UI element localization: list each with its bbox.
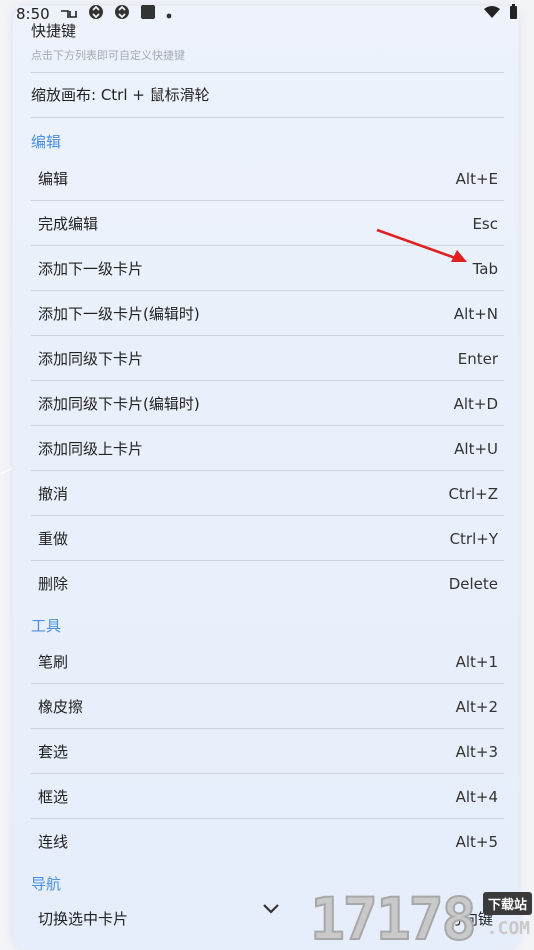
group-label-tools: 工具 bbox=[31, 617, 62, 635]
shortcut-key: Alt+N bbox=[453, 304, 498, 323]
status-right bbox=[483, 4, 518, 24]
shortcut-label: 撤消 bbox=[38, 485, 69, 503]
status-time: 8:50 bbox=[16, 5, 50, 23]
shortcut-item-delete[interactable]: 删除 Delete bbox=[31, 561, 504, 606]
shortcut-key: Alt+2 bbox=[455, 697, 498, 716]
panel-subtitle: 点击下方列表即可自定义快捷键 bbox=[31, 49, 185, 62]
shortcut-label: 删除 bbox=[38, 575, 69, 593]
watermark-logo: 17178 下载站 .COM bbox=[309, 885, 534, 950]
backdrop-line bbox=[0, 467, 13, 475]
shortcut-panel: 快捷键 点击下方列表即可自定义快捷键 缩放画布: Ctrl + 鼠标滑轮 编辑 … bbox=[13, 6, 518, 950]
wifi-icon bbox=[483, 5, 501, 23]
shortcut-item-box-select[interactable]: 框选 Alt+4 bbox=[31, 774, 504, 819]
shortcut-label: 重做 bbox=[38, 530, 69, 548]
shortcut-key: Alt+D bbox=[453, 394, 498, 413]
battery-icon bbox=[509, 4, 518, 24]
status-bar: 8:50 bbox=[0, 0, 534, 28]
shortcut-label: 切换选中卡片 bbox=[38, 910, 129, 928]
shortcut-key: Delete bbox=[448, 574, 498, 593]
shortcut-item-edit[interactable]: 编辑 Alt+E bbox=[31, 156, 504, 201]
shortcut-label: 套选 bbox=[38, 743, 69, 761]
chevron-down-icon[interactable] bbox=[259, 896, 283, 920]
shortcut-key: Alt+5 bbox=[455, 832, 498, 851]
annotation-arrow bbox=[376, 228, 467, 262]
divider bbox=[31, 117, 504, 118]
status-left: 8:50 bbox=[16, 4, 172, 24]
shortcut-label: 框选 bbox=[38, 788, 69, 806]
shortcut-key: Ctrl+Y bbox=[449, 529, 498, 548]
shortcut-item-eraser[interactable]: 橡皮擦 Alt+2 bbox=[31, 684, 504, 729]
shortcut-key: Alt+U bbox=[454, 439, 498, 458]
shortcut-key: Alt+4 bbox=[455, 787, 498, 806]
shortcut-item-lasso[interactable]: 套选 Alt+3 bbox=[31, 729, 504, 774]
dot-icon bbox=[166, 5, 172, 23]
watermark-badge: 下载站 bbox=[482, 892, 532, 915]
shortcut-label: 添加下一级卡片 bbox=[38, 260, 144, 278]
shortcut-item-connect[interactable]: 连线 Alt+5 bbox=[31, 819, 504, 864]
shortcut-item-add-sibling-below-editing[interactable]: 添加同级下卡片(编辑时) Alt+D bbox=[31, 381, 504, 426]
group-label-nav: 导航 bbox=[31, 875, 62, 893]
shortcut-item-add-sibling-below[interactable]: 添加同级下卡片 Enter bbox=[31, 336, 504, 381]
shortcut-label: 添加同级上卡片 bbox=[38, 440, 144, 458]
shortcut-label: 添加同级下卡片 bbox=[38, 350, 144, 368]
shortcut-item-add-sibling-above[interactable]: 添加同级上卡片 Alt+U bbox=[31, 426, 504, 471]
shortcut-label: 添加下一级卡片(编辑时) bbox=[38, 305, 200, 323]
shortcut-label: 编辑 bbox=[38, 170, 69, 188]
shortcut-key: Ctrl+Z bbox=[448, 484, 498, 503]
shortcut-item-add-child-editing[interactable]: 添加下一级卡片(编辑时) Alt+N bbox=[31, 291, 504, 336]
watermark-suffix: .COM bbox=[486, 918, 530, 939]
sync-icon bbox=[88, 4, 104, 24]
shortcut-key: Esc bbox=[472, 214, 498, 233]
shortcut-item-redo[interactable]: 重做 Ctrl+Y bbox=[31, 516, 504, 561]
watermark-digits: 17178 bbox=[309, 885, 478, 950]
shortcut-label: 添加同级下卡片(编辑时) bbox=[38, 395, 200, 413]
shortcut-key: Alt+3 bbox=[455, 742, 498, 761]
network-icon bbox=[60, 5, 78, 23]
shortcut-item-undo[interactable]: 撤消 Ctrl+Z bbox=[31, 471, 504, 516]
shortcut-label: 笔刷 bbox=[38, 653, 69, 671]
sync-icon-2 bbox=[114, 4, 130, 24]
shortcut-key: Alt+E bbox=[455, 169, 498, 188]
shortcut-label: 完成编辑 bbox=[38, 215, 99, 233]
shortcut-key: Tab bbox=[472, 259, 498, 278]
divider bbox=[31, 72, 504, 73]
shortcut-key: Alt+1 bbox=[455, 652, 498, 671]
shortcut-label: 橡皮擦 bbox=[38, 698, 84, 716]
zoom-hint: 缩放画布: Ctrl + 鼠标滑轮 bbox=[31, 86, 210, 104]
group-label-edit: 编辑 bbox=[31, 133, 62, 151]
shortcut-label: 连线 bbox=[38, 833, 69, 851]
shortcut-item-brush[interactable]: 笔刷 Alt+1 bbox=[31, 639, 504, 684]
app-square-icon bbox=[140, 4, 156, 24]
shortcut-key: Enter bbox=[457, 349, 498, 368]
